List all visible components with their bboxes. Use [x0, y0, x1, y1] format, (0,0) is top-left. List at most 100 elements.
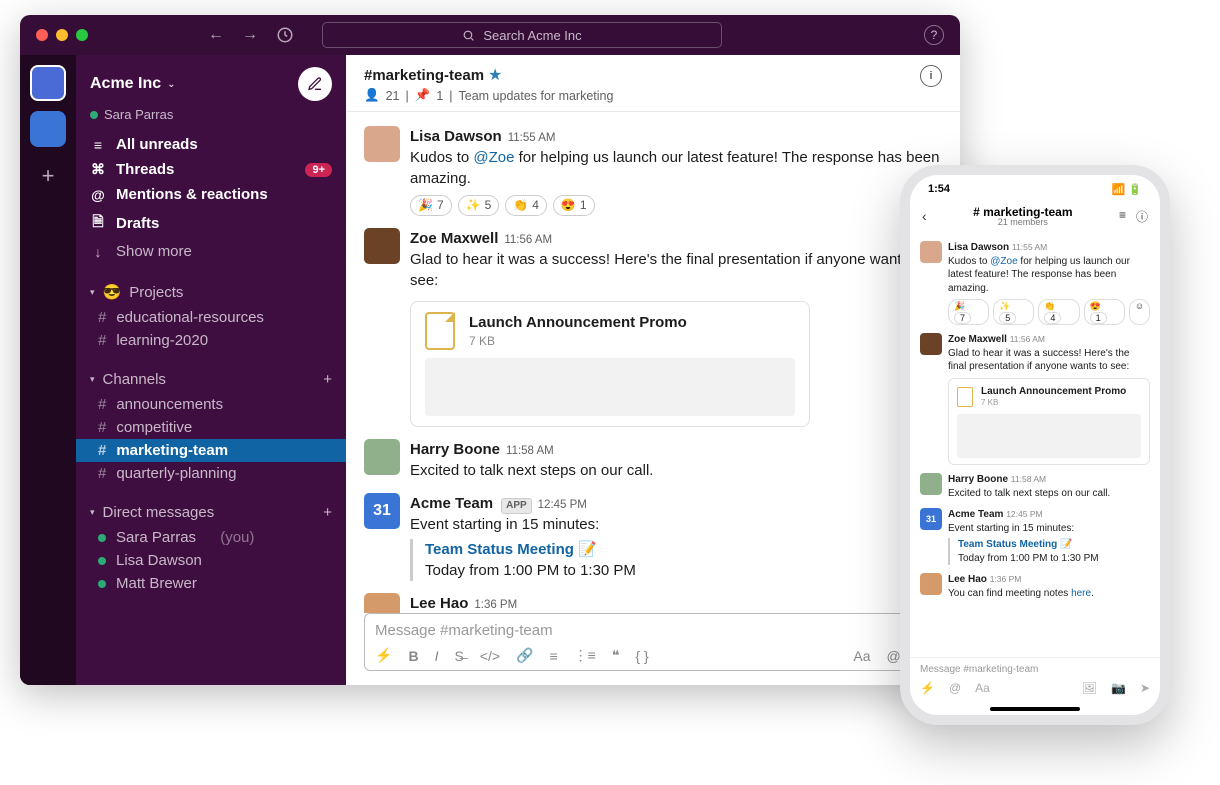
reaction[interactable]: 👏4: [505, 195, 547, 216]
send-icon[interactable]: ➤: [1140, 681, 1150, 695]
avatar[interactable]: [920, 573, 942, 595]
channel-announcements[interactable]: #announcements: [76, 393, 346, 416]
file-icon: [425, 312, 455, 350]
camera-icon[interactable]: 📷: [1111, 681, 1126, 695]
link-icon[interactable]: 🔗: [516, 647, 533, 664]
file-attachment[interactable]: Launch Announcement Promo 7 KB: [410, 301, 810, 427]
message: 31 Acme TeamAPP12:45 PM Event starting i…: [364, 487, 942, 587]
nav-show-more[interactable]: ↓Show more: [76, 239, 346, 264]
mobile-composer[interactable]: Message #marketing-team ⚡ @ Aa 🖼 📷 ➤: [910, 657, 1160, 701]
reaction[interactable]: 😍1: [553, 195, 595, 216]
channel-topic: Team updates for marketing: [459, 89, 614, 103]
message-list[interactable]: Lisa Dawson11:55 AM Kudos to @Zoe for he…: [346, 112, 960, 613]
nav-threads[interactable]: ⌘Threads9+: [76, 157, 346, 182]
history-forward[interactable]: →: [242, 26, 258, 44]
history-back[interactable]: ←: [208, 26, 224, 44]
avatar[interactable]: [920, 241, 942, 263]
add-reaction-icon[interactable]: ☺: [1129, 299, 1150, 325]
avatar[interactable]: [364, 439, 400, 475]
channel-competitive[interactable]: #competitive: [76, 416, 346, 439]
avatar[interactable]: [920, 333, 942, 355]
composer-input[interactable]: Message #marketing-team: [375, 622, 931, 639]
format-icon[interactable]: Aa: [975, 681, 990, 695]
channel-learning-2020[interactable]: #learning-2020: [76, 329, 346, 352]
reaction[interactable]: 🎉7: [410, 195, 452, 216]
slack-mobile: 1:54 📶 🔋 ‹ # marketing-team 21 members ≡…: [900, 165, 1170, 725]
add-dm[interactable]: +: [323, 504, 332, 521]
nav-mentions[interactable]: @Mentions & reactions: [76, 182, 346, 207]
star-icon[interactable]: ★: [488, 67, 502, 84]
shortcuts-icon[interactable]: ⚡: [375, 647, 392, 664]
workspace-1[interactable]: [30, 65, 66, 101]
members-icon[interactable]: 👤: [364, 88, 380, 103]
file-icon: [957, 387, 973, 407]
close-window[interactable]: [36, 29, 48, 41]
dm-sara-parras[interactable]: Sara Parras (you): [76, 526, 346, 549]
maximize-window[interactable]: [76, 29, 88, 41]
bold-icon[interactable]: B: [408, 648, 418, 664]
pin-icon[interactable]: 📌: [415, 88, 431, 103]
strike-icon[interactable]: S̶: [454, 648, 463, 664]
section-channels[interactable]: ▾Channels+: [76, 366, 346, 393]
channel-main: #marketing-team★ 👤21 | 📌1 | Team updates…: [346, 55, 960, 685]
channel-details-icon[interactable]: i: [920, 65, 942, 87]
message-composer[interactable]: Message #marketing-team ⚡ B I S̶ </> 🔗 ≡…: [364, 613, 942, 671]
compose-button[interactable]: [298, 67, 332, 101]
codeblock-icon[interactable]: { }: [635, 648, 648, 664]
search-icon[interactable]: ≡: [1119, 208, 1126, 225]
history-icon[interactable]: [276, 26, 294, 44]
calendar-icon: 31: [364, 493, 400, 529]
event-attachment[interactable]: Team Status Meeting 📝Today from 1:00 PM …: [948, 538, 1099, 565]
mention-icon[interactable]: @: [886, 648, 900, 664]
message: Lisa Dawson11:55 AM Kudos to @Zoe for he…: [364, 120, 942, 222]
section-dms[interactable]: ▾Direct messages+: [76, 499, 346, 526]
dm-matt-brewer[interactable]: Matt Brewer: [76, 572, 346, 595]
channel-title[interactable]: #marketing-team: [364, 67, 484, 84]
nav-all-unreads[interactable]: ≡All unreads: [76, 132, 346, 157]
app-badge: APP: [501, 498, 532, 514]
reaction[interactable]: ✨5: [458, 195, 500, 216]
threads-badge: 9+: [305, 163, 332, 177]
slack-desktop-window: ← → Search Acme Inc ? + Acme Inc ⌄: [20, 15, 960, 685]
workspace-2[interactable]: [30, 111, 66, 147]
avatar[interactable]: [920, 473, 942, 495]
channel-marketing-team[interactable]: #marketing-team: [76, 439, 346, 462]
dm-lisa-dawson[interactable]: Lisa Dawson: [76, 549, 346, 572]
event-attachment[interactable]: Team Status Meeting 📝 Today from 1:00 PM…: [410, 539, 942, 581]
avatar[interactable]: [364, 593, 400, 613]
workspace-rail: +: [20, 55, 76, 685]
search-input[interactable]: Search Acme Inc: [322, 22, 722, 48]
channel-quarterly-planning[interactable]: #quarterly-planning: [76, 462, 346, 485]
ul-icon[interactable]: ⋮≡: [574, 647, 596, 664]
help-icon[interactable]: ?: [924, 25, 944, 45]
workspace-name[interactable]: Acme Inc: [90, 75, 161, 93]
format-icon[interactable]: Aa: [853, 648, 870, 664]
self-presence[interactable]: Sara Parras: [76, 107, 346, 132]
nav-drafts[interactable]: 🗎Drafts: [76, 207, 346, 239]
italic-icon[interactable]: I: [435, 648, 439, 664]
mention[interactable]: @Zoe: [473, 149, 514, 166]
add-channel[interactable]: +: [323, 371, 332, 388]
message: Zoe Maxwell11:56 AM Glad to hear it was …: [364, 222, 942, 433]
code-icon[interactable]: </>: [480, 648, 500, 664]
info-icon[interactable]: ⓘ: [1136, 208, 1148, 225]
minimize-window[interactable]: [56, 29, 68, 41]
channel-educational-resources[interactable]: #educational-resources: [76, 306, 346, 329]
window-controls: [36, 29, 88, 41]
sidebar: Acme Inc ⌄ Sara Parras ≡All unreads ⌘Thr…: [76, 55, 346, 685]
presence-dot: [90, 111, 98, 119]
quote-icon[interactable]: ❝: [612, 647, 620, 664]
section-projects[interactable]: ▾😎Projects: [76, 278, 346, 306]
mobile-message-list[interactable]: Lisa Dawson 11:55 AM Kudos to @Zoe for h…: [910, 231, 1160, 657]
attach-icon[interactable]: 🖼: [1082, 681, 1097, 695]
avatar[interactable]: [364, 228, 400, 264]
shortcuts-icon[interactable]: ⚡: [920, 681, 935, 695]
ol-icon[interactable]: ≡: [549, 648, 557, 664]
avatar[interactable]: [364, 126, 400, 162]
file-attachment[interactable]: Launch Announcement Promo7 KB: [948, 378, 1150, 465]
workspace-menu-caret[interactable]: ⌄: [167, 79, 175, 90]
mention-icon[interactable]: @: [949, 681, 961, 695]
message: Harry Boone11:58 AM Excited to talk next…: [364, 433, 942, 487]
add-workspace[interactable]: +: [42, 163, 55, 189]
titlebar: ← → Search Acme Inc ?: [20, 15, 960, 55]
